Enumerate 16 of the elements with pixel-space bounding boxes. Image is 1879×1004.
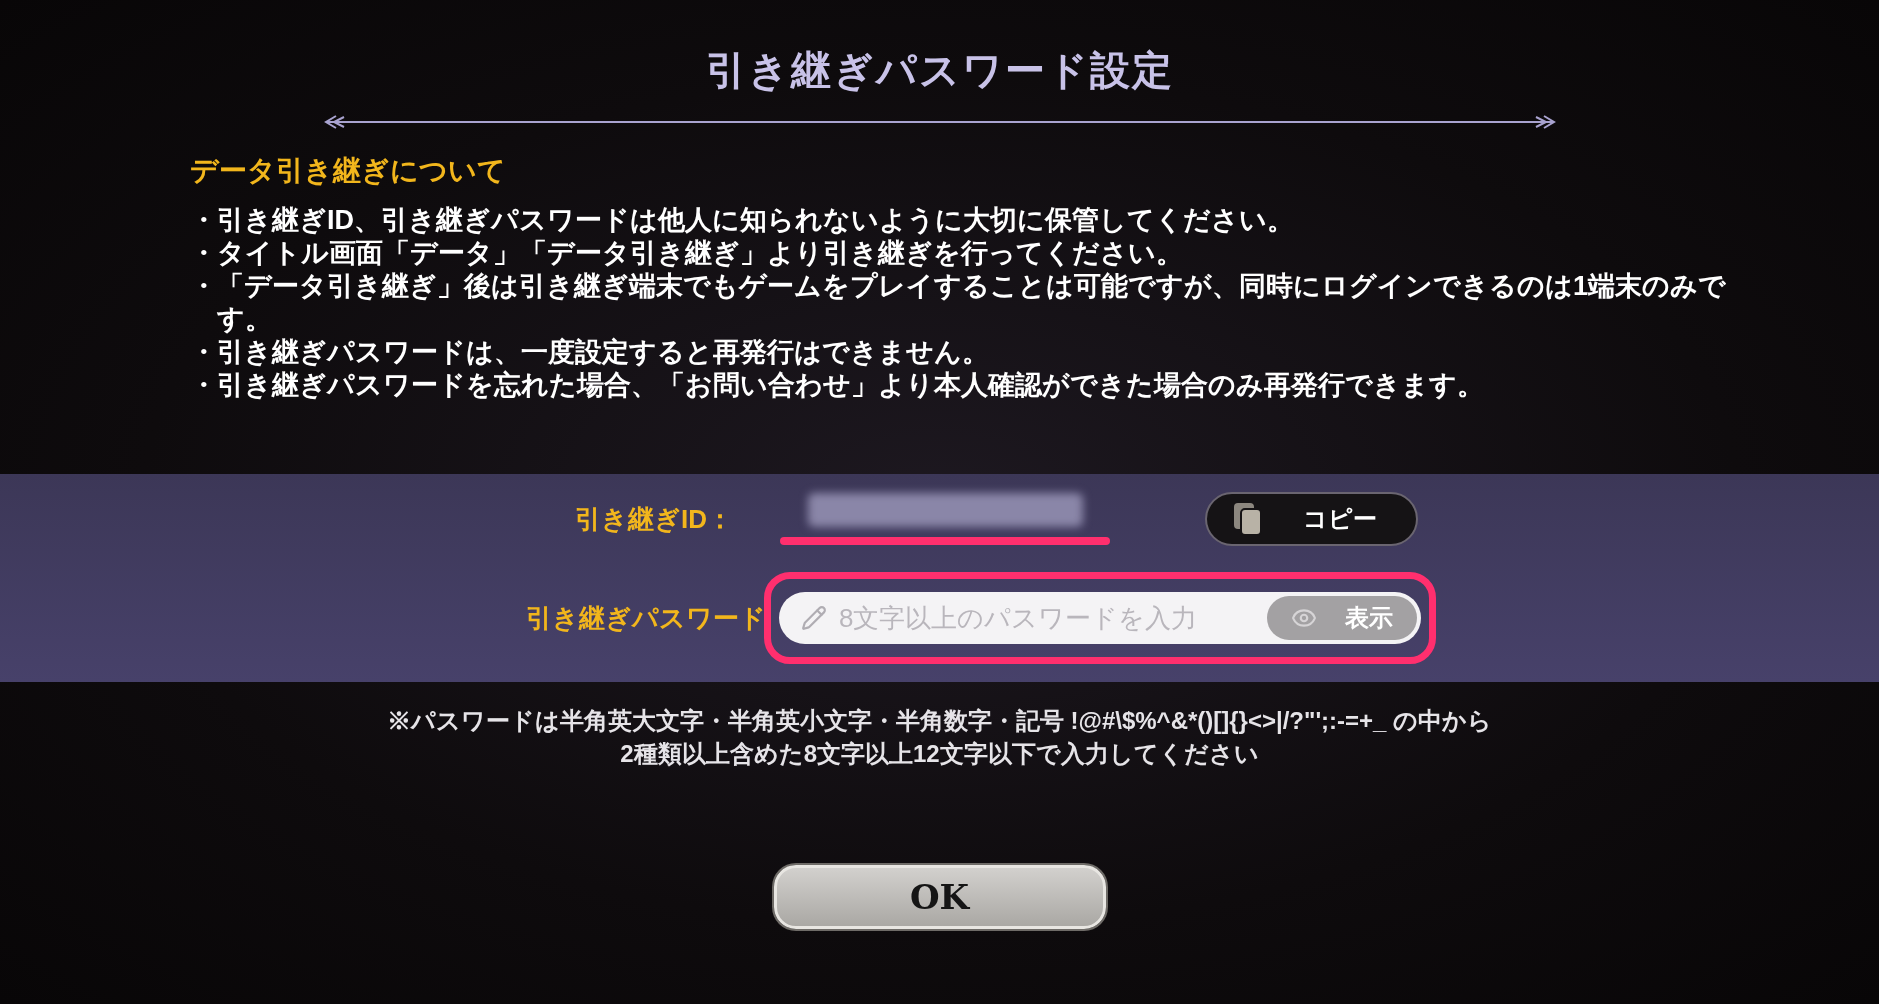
notice-item: ・引き継ぎパスワードを忘れた場合、「お問い合わせ」より本人確認ができた場合のみ再発行できます。	[190, 369, 1485, 402]
notice-item: ・タイトル画面「データ」「データ引き継ぎ」より引き継ぎを行ってください。	[190, 237, 1184, 270]
pencil-icon	[801, 605, 827, 631]
copy-button[interactable]: コピー	[1205, 492, 1418, 546]
section-heading: データ引き継ぎについて	[190, 154, 507, 188]
id-label: 引き継ぎID：	[574, 502, 734, 536]
notice-item: ・引き継ぎID、引き継ぎパスワードは他人に知られないように大切に保管してください。	[190, 204, 1295, 237]
notice-item: ・「データ引き継ぎ」後は引き継ぎ端末でもゲームをプレイすることは可能ですが、同時にログインできるのは1端末のみです。	[190, 270, 1728, 336]
dialog-title: 引き継ぎパスワード設定	[705, 45, 1174, 95]
copy-icon	[1233, 502, 1263, 536]
notice-item: ・引き継ぎパスワードは、一度設定すると再発行はできません。	[190, 336, 990, 369]
password-rule-note: ※パスワードは半角英大文字・半角英小文字・半角数字・記号 !@#\$%^&*()[]{}<>|/?"';:-=+_ の中から	[386, 706, 1493, 736]
password-label: 引き継ぎパスワード	[525, 601, 767, 635]
blurred-id-icon	[807, 493, 1083, 527]
password-rule-note: 2種類以上含めた8文字以上12文字以下で入力してください	[620, 739, 1259, 769]
ok-button[interactable]: OK	[773, 865, 1106, 929]
